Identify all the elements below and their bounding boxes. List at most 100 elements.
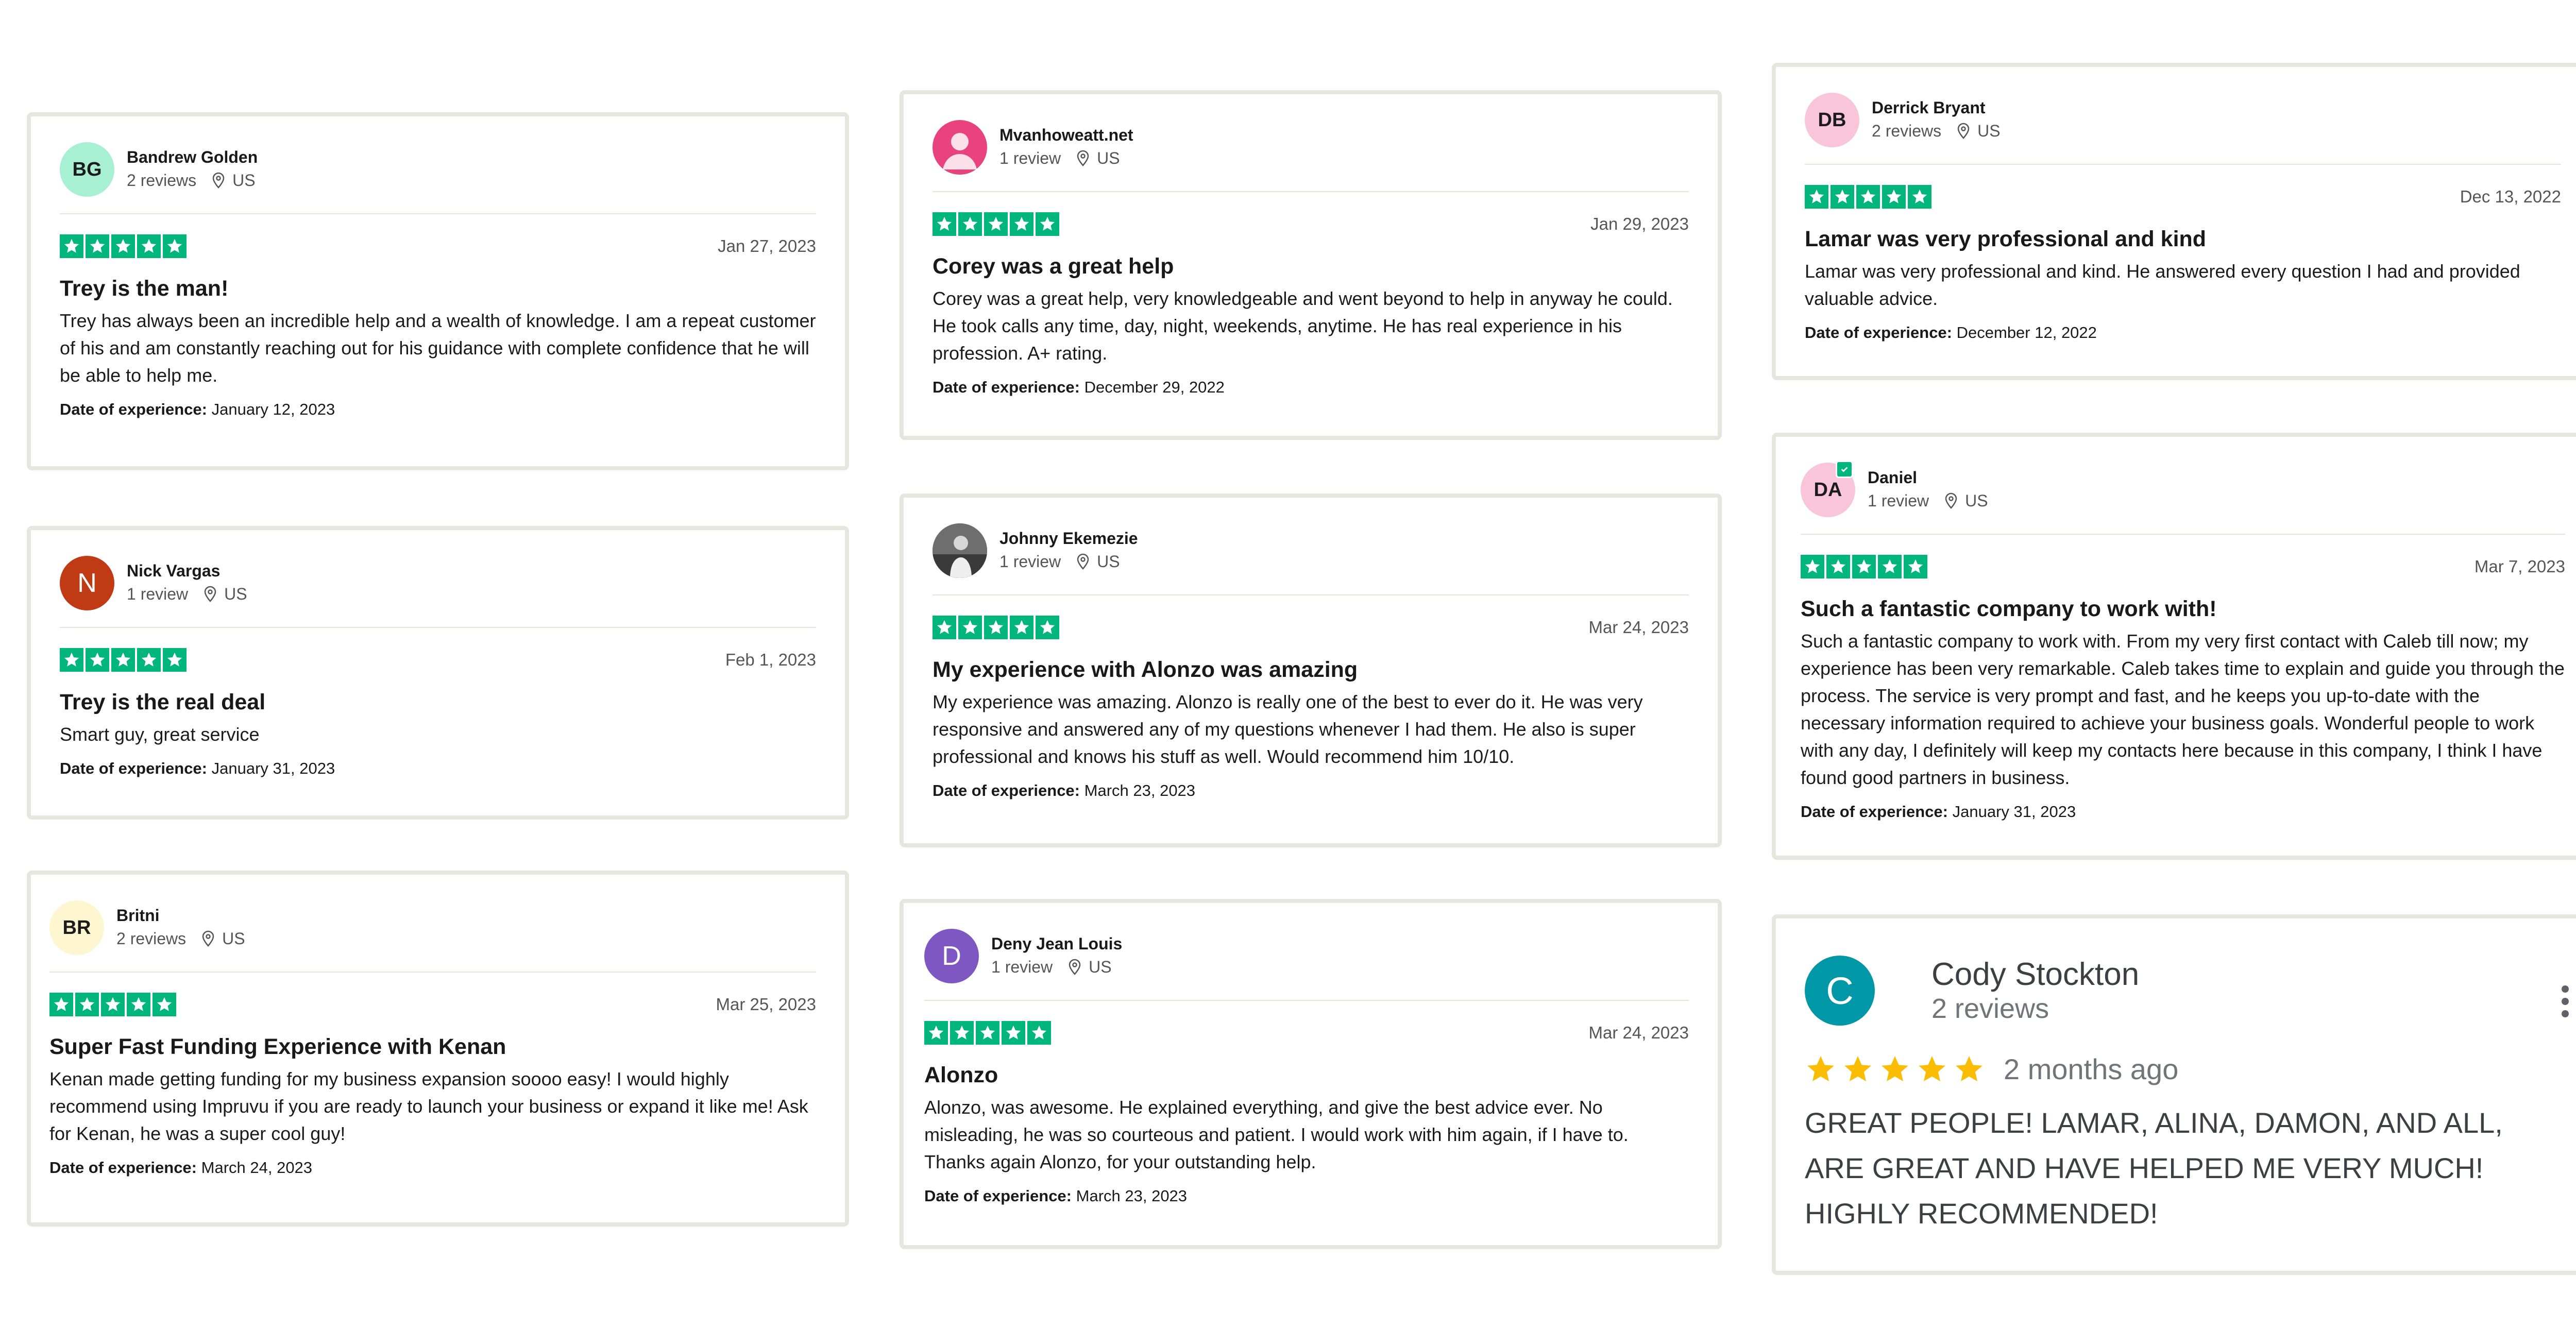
reviewer-country: US [1089,958,1112,976]
star-icon [127,993,150,1016]
star-rating [933,616,1061,639]
star-icon [163,648,187,672]
star-icon [1805,185,1828,209]
star-icon [60,648,83,672]
google-star-rating [1805,1053,1990,1085]
reviewer-name[interactable]: Bandrew Golden [127,146,258,168]
reviewer-name[interactable]: Mvanhoweatt.net [999,124,1133,146]
star-icon [49,993,73,1016]
divider [933,191,1689,192]
avatar[interactable]: BG [60,142,114,197]
review-title[interactable]: Corey was a great help [933,252,1689,281]
reviewer-country: US [232,171,256,190]
review-date: Mar 24, 2023 [1588,1023,1689,1042]
star-icon [950,1021,974,1045]
date-of-experience: Date of experience: January 31, 2023 [1801,803,2076,821]
avatar[interactable]: DB [1805,93,1859,147]
review-count: 2 reviews [1931,993,2049,1024]
star-icon [1882,1055,1908,1081]
divider [49,972,816,973]
date-of-experience: Date of experience: March 23, 2023 [924,1187,1188,1205]
review-count: 2 reviews [1872,122,1942,140]
user-silhouette-icon [943,133,977,169]
review-date: Feb 1, 2023 [725,650,816,669]
star-rating [1801,555,1929,578]
star-icon [933,212,956,236]
review-count: 2 reviews [116,929,187,948]
date-of-experience: Date of experience: January 12, 2023 [60,400,335,418]
reviewer-country: US [224,585,247,603]
reviewer-name[interactable]: Cody Stockton [1931,957,2139,993]
star-rating [924,1021,1053,1045]
verified-badge-icon [1836,461,1853,478]
review-title[interactable]: Trey is the man! [60,274,816,303]
review-date: Dec 13, 2022 [2460,187,2561,206]
star-icon [1036,212,1059,236]
star-icon [1844,1055,1871,1081]
star-icon [984,616,1008,639]
reviewer-name[interactable]: Deny Jean Louis [991,933,1122,955]
review-card: N Nick Vargas 1 review US Feb 1, 2023 Tre… [27,526,849,820]
review-count: 2 reviews [127,171,197,190]
star-icon [958,616,982,639]
map-pin-icon [1945,492,1957,509]
review-card: D Deny Jean Louis 1 review US Mar 24, 202… [900,899,1722,1249]
reviewer-name[interactable]: Daniel [1868,467,1988,488]
reviewer-country: US [1977,122,2001,140]
review-count: 1 review [127,585,189,603]
reviewer-country: US [1965,491,1988,510]
star-icon [111,234,135,258]
review-card: BG Bandrew Golden 2 reviews US Jan 27, 20… [27,112,849,470]
review-title[interactable]: Such a fantastic company to work with! [1801,594,2565,623]
review-count: 1 review [999,552,1061,571]
map-pin-icon [1077,553,1089,570]
star-icon [86,648,109,672]
more-options-icon[interactable] [2561,985,2569,1023]
review-title[interactable]: My experience with Alonzo was amazing [933,655,1689,684]
map-pin-icon [204,586,216,602]
review-title[interactable]: Super Fast Funding Experience with Kenan [49,1032,816,1061]
star-icon [1878,555,1902,578]
review-title[interactable]: Trey is the real deal [60,688,816,717]
star-icon [137,234,161,258]
reviewer-name[interactable]: Nick Vargas [127,560,247,582]
review-time: 2 months ago [2004,1053,2179,1085]
google-review-card: C Cody Stockton 2 reviews 2 months ago G… [1772,914,2576,1275]
date-of-experience: Date of experience: March 23, 2023 [933,781,1196,799]
star-icon [101,993,125,1016]
review-date: Mar 25, 2023 [716,995,816,1014]
star-rating [60,648,189,672]
review-date: Jan 29, 2023 [1590,214,1689,233]
star-icon [933,616,956,639]
avatar[interactable] [933,120,987,175]
star-rating [1805,185,1934,209]
star-icon [111,648,135,672]
review-date: Mar 24, 2023 [1588,618,1689,637]
avatar[interactable]: BR [49,900,104,955]
star-rating [60,234,189,258]
review-card: Johnny Ekemezie 1 review US Mar 24, 2023 … [900,493,1722,847]
review-title[interactable]: Alonzo [924,1061,1689,1089]
star-icon [163,234,187,258]
avatar-photo[interactable] [933,523,987,578]
star-icon [1826,555,1850,578]
reviewer-name[interactable]: Britni [116,905,245,926]
star-icon [86,234,109,258]
divider [60,213,816,214]
avatar[interactable]: C [1805,956,1875,1026]
map-pin-icon [202,930,214,947]
profile-photo [933,523,987,578]
star-icon [1852,555,1876,578]
divider [60,627,816,628]
reviewer-name[interactable]: Derrick Bryant [1872,97,2001,118]
avatar[interactable]: DA [1801,461,1855,517]
avatar[interactable]: N [60,556,114,610]
reviewer-name[interactable]: Johnny Ekemezie [999,527,1138,549]
review-title[interactable]: Lamar was very professional and kind [1805,225,2561,253]
review-card: DA Daniel 1 review US Mar 7, 2023 Such a … [1772,433,2576,860]
date-of-experience: Date of experience: March 24, 2023 [49,1159,313,1177]
review-date: Jan 27, 2023 [718,236,816,256]
avatar[interactable]: D [924,929,979,983]
reviewer-country: US [1097,552,1120,571]
review-body: Smart guy, great service [60,724,260,745]
